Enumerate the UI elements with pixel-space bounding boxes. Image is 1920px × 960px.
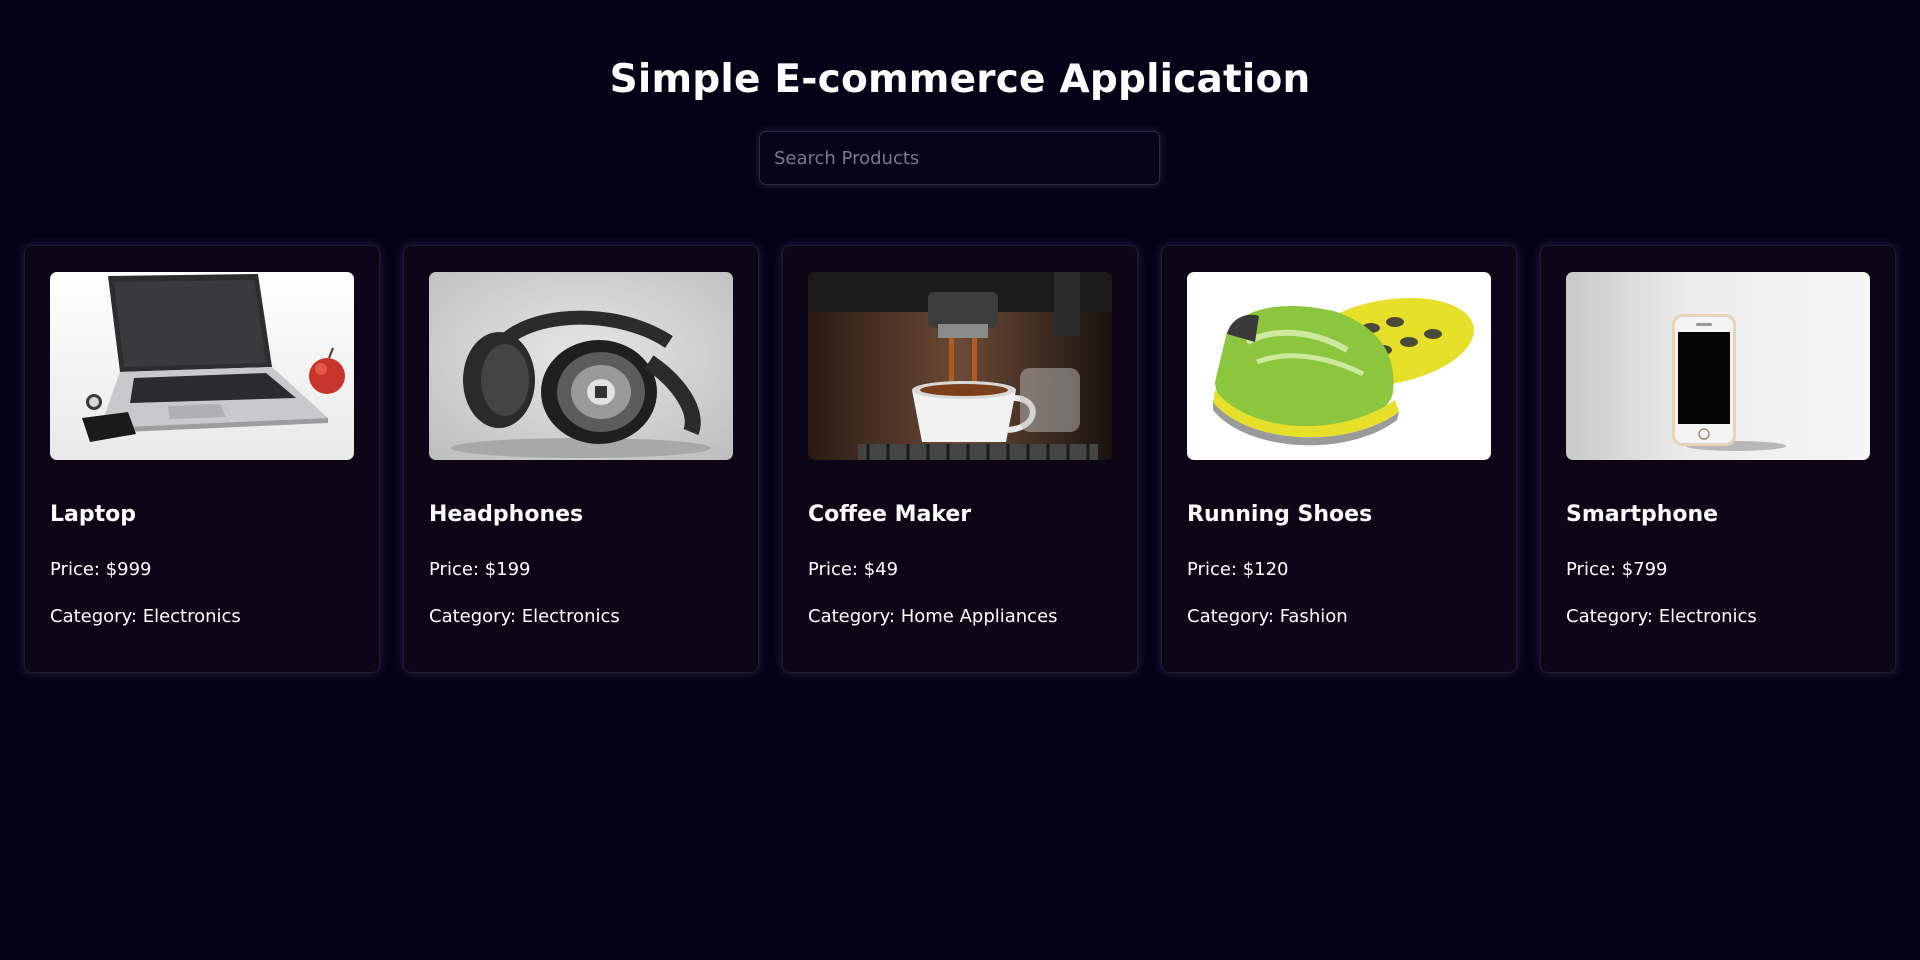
category-value: Electronics <box>142 606 241 627</box>
page-title: Simple E-commerce Application <box>609 57 1311 102</box>
category-label: Category: <box>50 606 143 627</box>
price-label: Price: <box>808 559 864 580</box>
product-price: Price: $120 <box>1187 558 1289 582</box>
product-category: Category: Electronics <box>1566 605 1757 629</box>
product-card-headphones[interactable]: Headphones Price: $199 Category: Electro… <box>403 245 759 673</box>
product-card-laptop[interactable]: Laptop Price: $999 Category: Electronics <box>24 245 380 673</box>
running-shoes-image[interactable] <box>1187 272 1491 460</box>
price-label: Price: <box>429 559 485 580</box>
product-price: Price: $799 <box>1566 558 1668 582</box>
price-label: Price: <box>50 559 106 580</box>
category-value: Electronics <box>1658 606 1757 627</box>
product-name: Laptop <box>50 502 136 527</box>
price-value: $999 <box>105 559 152 580</box>
price-label: Price: <box>1187 559 1243 580</box>
smartphone-image[interactable] <box>1566 272 1870 460</box>
coffee-maker-image[interactable] <box>808 272 1112 460</box>
headphones-image[interactable] <box>429 272 733 460</box>
product-category: Category: Home Appliances <box>808 605 1058 629</box>
laptop-image[interactable] <box>50 272 354 460</box>
product-category: Category: Fashion <box>1187 605 1348 629</box>
product-card-running-shoes[interactable]: Running Shoes Price: $120 Category: Fash… <box>1161 245 1517 673</box>
product-grid: Laptop Price: $999 Category: Electronics <box>24 245 1896 673</box>
price-value: $799 <box>1621 559 1668 580</box>
product-price: Price: $49 <box>808 558 898 582</box>
price-value: $49 <box>863 559 899 580</box>
category-value: Home Appliances <box>900 606 1058 627</box>
product-card-coffee-maker[interactable]: Coffee Maker Price: $49 Category: Home A… <box>782 245 1138 673</box>
category-label: Category: <box>429 606 522 627</box>
product-category: Category: Electronics <box>50 605 241 629</box>
product-name: Running Shoes <box>1187 502 1373 527</box>
price-value: $120 <box>1242 559 1289 580</box>
price-label: Price: <box>1566 559 1622 580</box>
product-name: Headphones <box>429 502 584 527</box>
product-price: Price: $999 <box>50 558 152 582</box>
product-name: Smartphone <box>1566 502 1719 527</box>
category-label: Category: <box>1566 606 1659 627</box>
category-value: Fashion <box>1279 606 1348 627</box>
product-category: Category: Electronics <box>429 605 620 629</box>
search-input[interactable] <box>759 131 1160 185</box>
price-value: $199 <box>484 559 531 580</box>
category-value: Electronics <box>521 606 620 627</box>
product-card-smartphone[interactable]: Smartphone Price: $799 Category: Electro… <box>1540 245 1896 673</box>
category-label: Category: <box>808 606 901 627</box>
product-name: Coffee Maker <box>808 502 972 527</box>
category-label: Category: <box>1187 606 1280 627</box>
page: Simple E-commerce Application Search Pro… <box>0 0 1920 960</box>
product-price: Price: $199 <box>429 558 531 582</box>
